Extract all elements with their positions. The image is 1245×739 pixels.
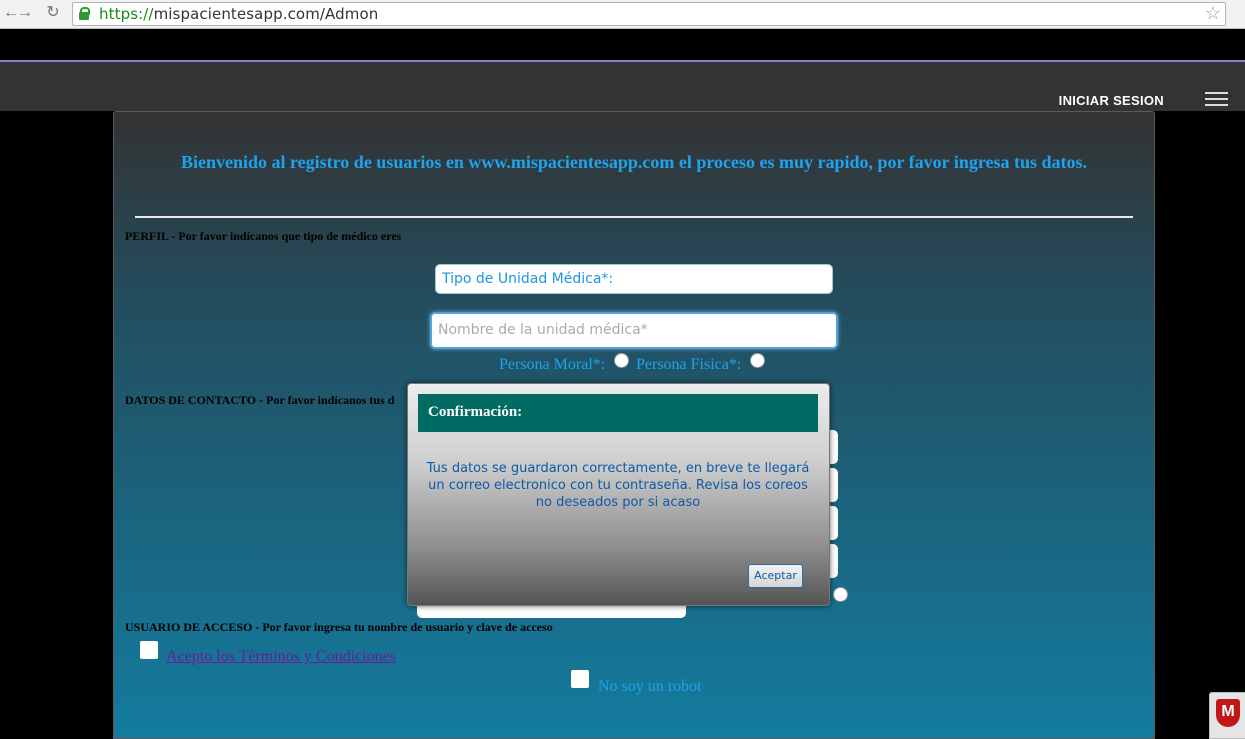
reload-icon[interactable]: ↻ [44, 4, 62, 22]
address-bar[interactable]: https://mispacientesapp.com/Admon ☆ [72, 2, 1226, 26]
login-link[interactable]: INICIAR SESION [1059, 93, 1164, 108]
browser-toolbar: ← → ↻ https://mispacientesapp.com/Admon … [0, 0, 1245, 29]
dialog-title-bar: Confirmación: [418, 394, 818, 432]
contact-section-title: DATOS DE CONTACTO - Por favor indícanos … [125, 393, 395, 407]
hamburger-menu-icon[interactable] [1205, 92, 1228, 106]
bookmark-star-icon[interactable]: ☆ [1205, 3, 1221, 24]
persona-moral-radio[interactable] [614, 353, 629, 368]
url-path: mispacientesapp.com/Admon [153, 5, 379, 23]
tipo-unidad-select[interactable]: Tipo de Unidad Médica*: [435, 264, 833, 294]
dialog-message: Tus datos se guardaron correctamente, en… [426, 461, 810, 510]
lock-icon [79, 7, 90, 20]
terms-link[interactable]: Acepto los Términos y Condiciones [166, 648, 396, 666]
divider [135, 216, 1133, 218]
url-scheme: https:// [99, 5, 154, 23]
dialog-title: Confirmación: [428, 404, 523, 420]
url-text: https://mispacientesapp.com/Admon [99, 5, 378, 23]
nombre-unidad-input[interactable]: Nombre de la unidad médica* [430, 312, 838, 349]
profile-section-title: PERFIL - Por favor indícanos que tipo de… [125, 229, 402, 243]
forward-arrow-icon[interactable]: → [16, 4, 34, 22]
robot-checkbox[interactable] [571, 670, 589, 688]
terms-checkbox[interactable] [140, 641, 158, 659]
access-section-title: USUARIO DE ACCESO - Por favor ingresa tu… [125, 620, 553, 634]
site-navbar: INICIAR SESION [0, 62, 1245, 111]
persona-moral-label: Persona Moral*: [499, 356, 606, 373]
confirmation-dialog: Confirmación: Tus datos se guardaron cor… [407, 383, 830, 606]
mcafee-icon: M [1216, 699, 1240, 727]
contact-radio[interactable] [833, 587, 848, 602]
mcafee-badge[interactable]: M [1209, 692, 1245, 739]
welcome-heading: Bienvenido al registro de usuarios en ww… [180, 152, 1088, 172]
site-top-bar [0, 29, 1245, 62]
persona-fisica-radio[interactable] [750, 353, 765, 368]
accept-button[interactable]: Aceptar [748, 564, 803, 588]
persona-fisica-label: Persona Fisica*: [636, 356, 742, 373]
robot-label: No soy un robot [598, 678, 702, 695]
